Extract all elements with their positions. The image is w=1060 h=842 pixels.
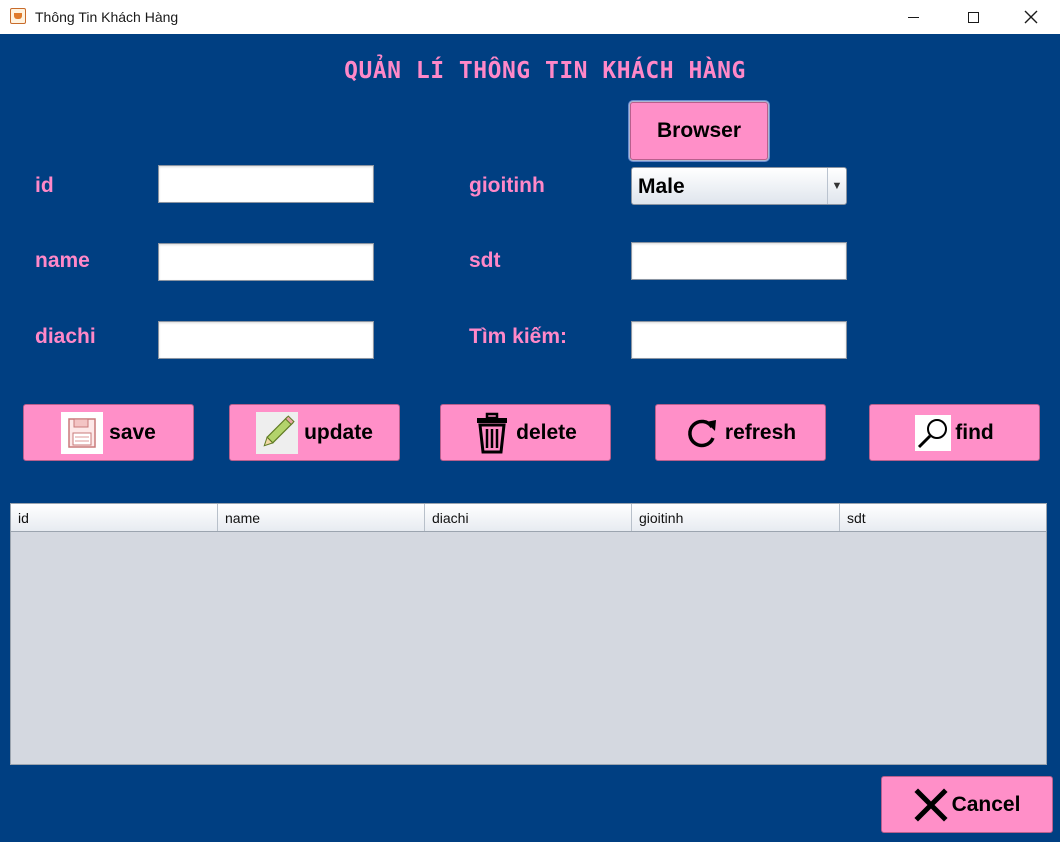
magnifier-icon [915,414,952,451]
page-title: QUẢN LÍ THÔNG TIN KHÁCH HÀNG [344,58,746,84]
update-button[interactable]: update [229,404,400,461]
minimize-button[interactable] [884,0,942,34]
maximize-button[interactable] [944,0,1002,34]
id-input[interactable] [158,165,374,203]
close-window-button[interactable] [1002,0,1060,34]
refresh-icon [685,416,719,450]
window-title: Thông Tin Khách Hàng [35,9,179,25]
minimize-icon [907,16,919,18]
maximize-icon [967,11,979,23]
column-header-sdt[interactable]: sdt [840,504,1046,531]
name-input[interactable] [158,243,374,281]
floppy-disk-icon [61,411,104,454]
browser-button[interactable]: Browser [630,102,768,160]
save-button-label: save [109,420,156,444]
sdt-label: sdt [469,249,501,272]
name-label: name [35,249,90,272]
save-button[interactable]: save [23,404,194,461]
update-button-label: update [304,420,373,444]
cancel-button-label: Cancel [951,792,1021,816]
column-header-name[interactable]: name [218,504,425,531]
x-icon [914,787,948,822]
pencil-icon [256,411,299,454]
column-header-id[interactable]: id [11,504,218,531]
search-label: Tìm kiếm: [469,325,568,348]
table-header: id name diachi gioitinh sdt [11,504,1046,532]
window-title-bar: Thông Tin Khách Hàng [0,0,1060,34]
column-header-gioitinh[interactable]: gioitinh [632,504,840,531]
find-button-label: find [955,420,994,444]
trash-icon [474,412,510,454]
chevron-down-icon[interactable]: ▼ [827,168,846,204]
sdt-input[interactable] [631,242,847,280]
delete-button[interactable]: delete [440,404,611,461]
customer-table[interactable]: id name diachi gioitinh sdt [10,503,1047,765]
column-header-diachi[interactable]: diachi [425,504,632,531]
delete-button-label: delete [516,420,577,444]
java-cup-icon [10,8,26,24]
search-input[interactable] [631,321,847,359]
gioitinh-select-value: Male [638,175,685,198]
find-button[interactable]: find [869,404,1040,461]
cancel-button[interactable]: Cancel [881,776,1053,833]
refresh-button[interactable]: refresh [655,404,826,461]
gioitinh-label: gioitinh [469,174,545,197]
close-icon [1024,10,1038,24]
diachi-input[interactable] [158,321,374,359]
refresh-button-label: refresh [724,420,797,444]
gioitinh-select[interactable]: Male ▼ [631,167,847,205]
id-label: id [35,174,54,197]
diachi-label: diachi [35,325,96,348]
